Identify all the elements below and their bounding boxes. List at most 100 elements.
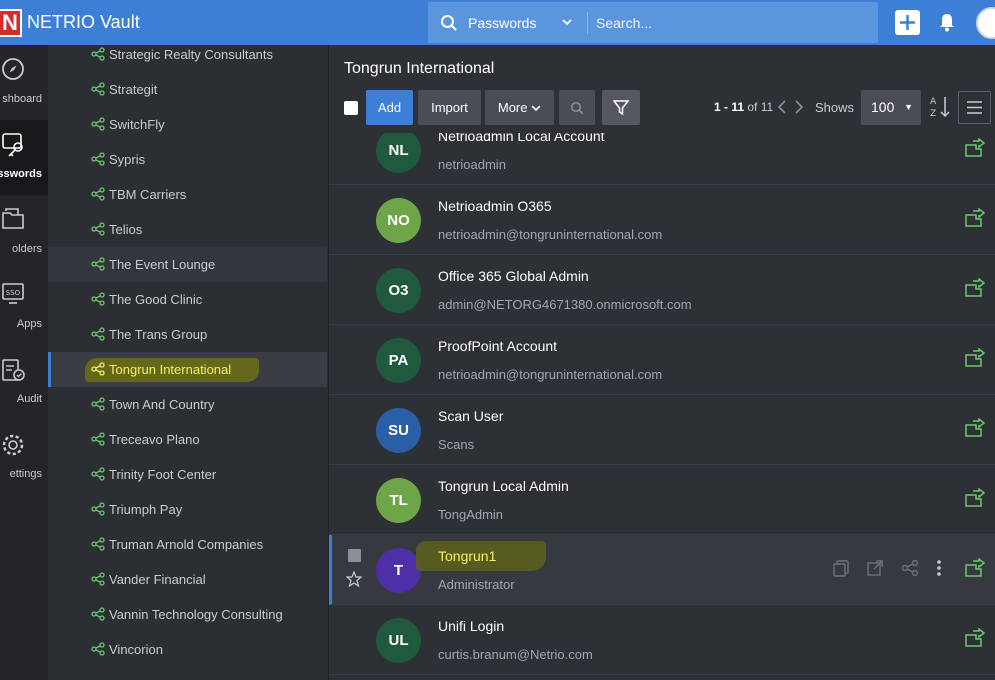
share-icon	[91, 502, 105, 521]
svg-text:A: A	[930, 97, 937, 107]
rail-item-audit[interactable]: Audit	[0, 345, 48, 420]
password-name[interactable]: Netrioadmin O365	[438, 198, 552, 214]
password-row[interactable]: NO Netrioadmin O365 netrioadmin@tongruni…	[329, 185, 995, 255]
sort-az-icon[interactable]: AZ	[929, 94, 951, 125]
sidebar-item[interactable]: Treceavo Plano	[48, 422, 327, 457]
bell-icon[interactable]	[938, 12, 956, 37]
share-icon	[91, 187, 105, 206]
avatar: TL	[376, 478, 421, 523]
sidebar-item[interactable]: Vannin Technology Consulting	[48, 597, 327, 632]
auto-logon-icon[interactable]	[963, 207, 987, 233]
rail-item-settings[interactable]: ettings	[0, 420, 48, 495]
sidebar-item[interactable]: The Event Lounge	[48, 247, 327, 282]
avatar: PA	[376, 338, 421, 383]
share-icon	[91, 607, 105, 626]
more-button[interactable]: More	[485, 90, 554, 125]
rail-item-folders[interactable]: olders	[0, 195, 48, 270]
password-row[interactable]: PA ProofPoint Account netrioadmin@tongru…	[329, 325, 995, 395]
import-button[interactable]: Import	[418, 90, 481, 125]
auto-logon-icon[interactable]	[963, 347, 987, 373]
sidebar-item[interactable]: The Trans Group	[48, 317, 327, 352]
next-page-button[interactable]	[794, 100, 804, 118]
app-title[interactable]: NETRIO Vault	[27, 12, 140, 33]
chevron-down-icon[interactable]	[561, 15, 573, 33]
select-all-checkbox[interactable]	[344, 101, 358, 115]
share-icon[interactable]	[901, 559, 919, 581]
rail-item-apps[interactable]: SSO Apps	[0, 270, 48, 345]
sidebar-item-label: Vannin Technology Consulting	[109, 607, 283, 622]
password-row-selected[interactable]: T Tongrun1 Administrator	[329, 535, 995, 605]
sidebar-item[interactable]: SwitchFly	[48, 107, 327, 142]
avatar: O3	[376, 268, 421, 313]
hamburger-menu-button[interactable]	[958, 91, 991, 124]
password-name[interactable]: Tongrun1	[438, 548, 496, 564]
auto-logon-icon[interactable]	[963, 627, 987, 653]
rail-item-passwords[interactable]: sswords	[0, 120, 48, 195]
sidebar-item-label: Sypris	[109, 152, 146, 167]
sidebar-item[interactable]: The Good Clinic	[48, 282, 327, 317]
share-icon	[91, 82, 105, 101]
sidebar-item[interactable]: Vincorion	[48, 632, 327, 667]
avatar: UL	[376, 618, 421, 663]
password-row[interactable]: O3 Office 365 Global Admin admin@NETORG4…	[329, 255, 995, 325]
password-row[interactable]: SU Scan User Scans	[329, 395, 995, 465]
copy-icon[interactable]	[832, 560, 850, 581]
sidebar-item[interactable]: Strategic Realty Consultants	[48, 45, 327, 72]
password-row[interactable]: NL Netrioadmin Local Account netrioadmin	[329, 133, 995, 185]
password-username: netrioadmin	[438, 157, 506, 172]
sidebar-item[interactable]: Town And Country	[48, 387, 327, 422]
password-row[interactable]: UL Unifi Login curtis.branum@Netrio.com	[329, 605, 995, 675]
auto-logon-icon[interactable]	[963, 277, 987, 303]
sidebar-item[interactable]: Sypris	[48, 142, 327, 177]
sidebar-item-label: The Event Lounge	[109, 257, 216, 272]
search-button[interactable]	[559, 90, 595, 125]
search-input[interactable]	[596, 11, 866, 35]
auto-logon-icon[interactable]	[963, 137, 987, 163]
page-size-select[interactable]: 100 ▼	[861, 90, 921, 125]
search-bar: Passwords	[428, 2, 878, 43]
more-label: More	[497, 100, 528, 115]
share-icon	[91, 327, 105, 346]
add-button[interactable]	[895, 10, 920, 35]
sidebar-item[interactable]: Vander Financial	[48, 562, 327, 597]
rail-item-dashboard[interactable]: shboard	[0, 45, 48, 120]
row-checkbox[interactable]	[348, 549, 361, 562]
password-name[interactable]: Scan User	[438, 408, 503, 424]
sidebar-item-label: Vander Financial	[109, 572, 206, 587]
sidebar-item[interactable]: Telios	[48, 212, 327, 247]
folder-icon	[1, 207, 27, 236]
sidebar-item-selected[interactable]: Tongrun International	[48, 352, 327, 387]
sidebar-item[interactable]: TBM Carriers	[48, 177, 327, 212]
sidebar-item[interactable]: Trinity Foot Center	[48, 457, 327, 492]
sidebar-item[interactable]: Truman Arnold Companies	[48, 527, 327, 562]
page-info: 1 - 11 of 11	[714, 100, 773, 114]
user-avatar[interactable]	[976, 7, 995, 39]
password-name[interactable]: Tongrun Local Admin	[438, 478, 569, 494]
search-scope-dropdown[interactable]: Passwords	[468, 15, 536, 31]
filter-button[interactable]	[602, 90, 640, 125]
star-icon[interactable]	[345, 570, 363, 592]
open-link-icon[interactable]	[866, 560, 884, 581]
add-password-button[interactable]: Add	[366, 90, 413, 125]
svg-text:Z: Z	[930, 109, 936, 119]
caret-down-icon: ▼	[904, 102, 913, 112]
password-name[interactable]: ProofPoint Account	[438, 338, 557, 354]
password-name[interactable]: Office 365 Global Admin	[438, 268, 589, 284]
prev-page-button[interactable]	[777, 100, 787, 118]
password-row[interactable]: TL Tongrun Local Admin TongAdmin	[329, 465, 995, 535]
logo[interactable]: N	[0, 9, 22, 37]
auto-logon-icon[interactable]	[963, 557, 987, 583]
sidebar-item[interactable]: Strategit	[48, 72, 327, 107]
search-icon	[440, 14, 458, 37]
password-username: Scans	[438, 437, 475, 452]
auto-logon-icon[interactable]	[963, 487, 987, 513]
password-list: NL Netrioadmin Local Account netrioadmin…	[329, 133, 995, 680]
sidebar-item[interactable]: Triumph Pay	[48, 492, 327, 527]
kebab-menu-icon[interactable]	[935, 560, 943, 581]
password-name[interactable]: Netrioadmin Local Account	[438, 133, 605, 144]
sidebar-item-label: Town And Country	[109, 397, 215, 412]
share-icon	[91, 257, 105, 276]
password-name[interactable]: Unifi Login	[438, 618, 504, 634]
auto-logon-icon[interactable]	[963, 417, 987, 443]
share-icon	[91, 397, 105, 416]
